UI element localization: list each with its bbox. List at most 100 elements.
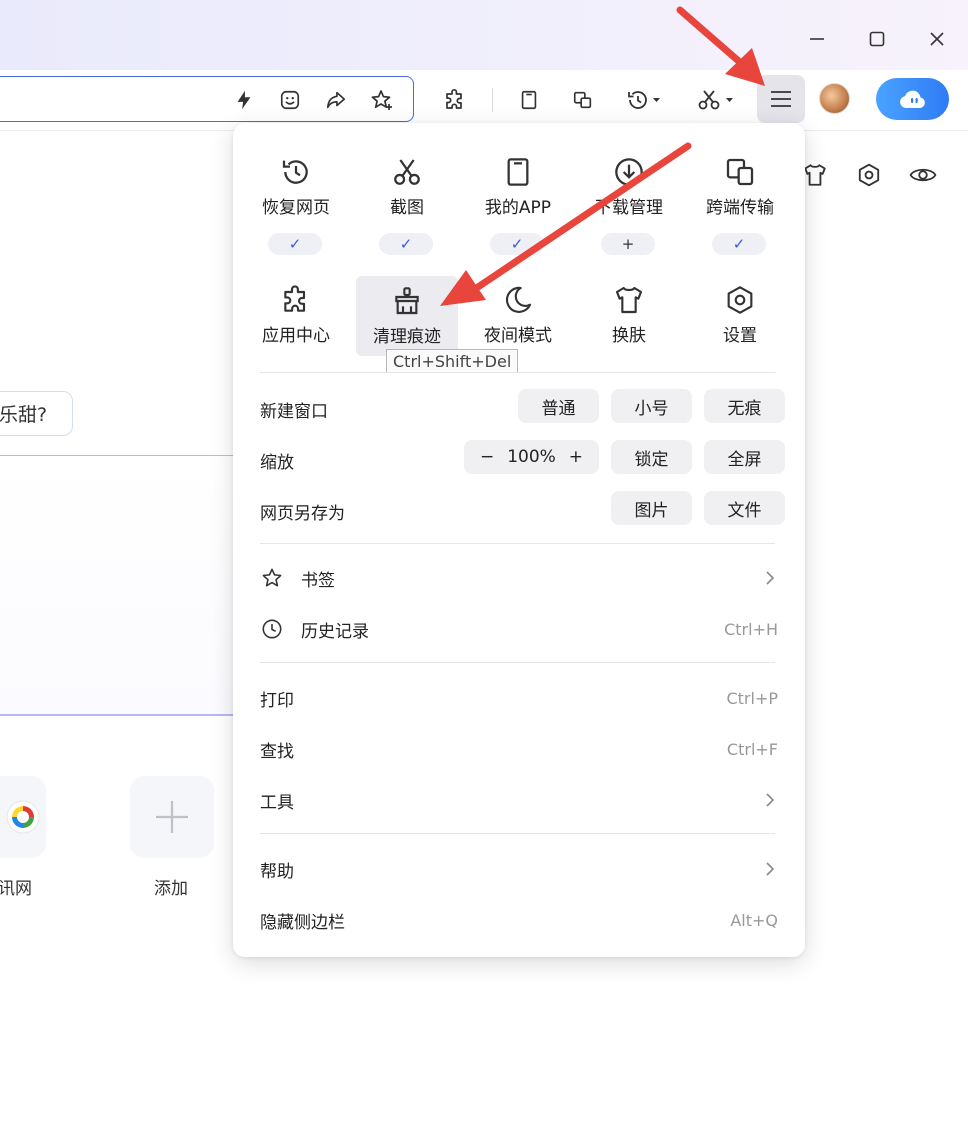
shortcut-tile-news[interactable] bbox=[0, 776, 46, 858]
share-icon[interactable] bbox=[323, 87, 349, 113]
zoom-lock-button[interactable]: 锁定 bbox=[611, 440, 692, 474]
download-icon bbox=[612, 155, 646, 189]
lightning-icon[interactable] bbox=[231, 87, 257, 113]
minimize-icon[interactable] bbox=[800, 22, 834, 56]
news-site-icon bbox=[6, 800, 40, 834]
fullscreen-button[interactable]: 全屏 bbox=[704, 440, 785, 474]
menu-divider bbox=[260, 543, 775, 544]
search-suggestion-pill[interactable]: 乐甜? bbox=[0, 391, 73, 436]
menu-item-hide-sidebar[interactable]: 隐藏侧边栏 Alt+Q bbox=[233, 900, 805, 940]
menu-grid-label: 清理痕迹 bbox=[373, 327, 441, 347]
zoom-control: − 100% + bbox=[464, 440, 599, 474]
eye-icon[interactable] bbox=[906, 158, 940, 192]
user-avatar[interactable] bbox=[819, 83, 850, 114]
menu-grid-night-mode[interactable]: 夜间模式 bbox=[467, 271, 569, 355]
content-panel bbox=[0, 456, 240, 716]
menu-grid-label: 设置 bbox=[723, 326, 757, 346]
pin-toggle-cross-device[interactable]: ✓ bbox=[712, 233, 766, 255]
pin-toggle-my-app[interactable]: ✓ bbox=[490, 233, 544, 255]
scissors-icon bbox=[390, 155, 424, 189]
devices-icon[interactable] bbox=[566, 83, 600, 117]
add-shortcut-label: 添加 bbox=[154, 879, 188, 899]
address-bar[interactable] bbox=[0, 76, 414, 122]
menu-item-history[interactable]: 历史记录 Ctrl+H bbox=[233, 609, 805, 649]
add-bookmark-star-icon[interactable] bbox=[369, 87, 395, 113]
content-divider-bottom bbox=[0, 714, 240, 716]
menu-grid-restore-page[interactable]: 恢复网页 bbox=[245, 143, 347, 227]
menu-item-label: 帮助 bbox=[260, 861, 294, 882]
menu-grid-downloads[interactable]: 下载管理 bbox=[578, 143, 680, 227]
menu-divider bbox=[260, 372, 775, 373]
menu-item-label: 书签 bbox=[301, 570, 335, 591]
plus-icon bbox=[156, 801, 188, 833]
cloud-icon bbox=[899, 90, 925, 108]
tablet-icon[interactable] bbox=[512, 83, 546, 117]
menu-grid-label: 应用中心 bbox=[262, 326, 330, 346]
menu-item-bookmarks[interactable]: 书签 bbox=[233, 558, 805, 598]
menu-grid-label: 夜间模式 bbox=[484, 326, 552, 346]
devices-icon bbox=[723, 155, 757, 189]
menu-grid-label: 我的APP bbox=[484, 198, 552, 218]
menu-grid-label: 截图 bbox=[390, 198, 424, 218]
menu-item-label: 历史记录 bbox=[301, 621, 369, 642]
shortcut-label-news: 讯网 bbox=[0, 879, 32, 899]
menu-grid-label: 恢复网页 bbox=[262, 198, 330, 218]
zoom-out-button[interactable]: − bbox=[480, 447, 494, 467]
menu-item-help[interactable]: 帮助 bbox=[233, 849, 805, 889]
menu-item-label: 隐藏侧边栏 bbox=[260, 912, 345, 933]
settings-icon bbox=[723, 283, 757, 317]
menu-grid-label: 下载管理 bbox=[595, 198, 663, 218]
maximize-icon[interactable] bbox=[860, 22, 894, 56]
browser-toolbar bbox=[0, 70, 968, 131]
menu-grid-settings[interactable]: 设置 bbox=[689, 271, 791, 355]
settings-hexagon-icon[interactable] bbox=[852, 158, 886, 192]
main-menu-button[interactable] bbox=[757, 75, 805, 123]
menu-grid-clear-traces[interactable]: 清理痕迹 bbox=[356, 276, 458, 356]
hamburger-icon bbox=[771, 91, 791, 107]
menu-divider bbox=[260, 833, 775, 834]
save-as-image-button[interactable]: 图片 bbox=[611, 491, 692, 525]
history-dropdown-icon[interactable] bbox=[624, 83, 664, 117]
menu-item-find[interactable]: 查找 Ctrl+F bbox=[233, 729, 805, 769]
pin-toggle-restore-page[interactable]: ✓ bbox=[268, 233, 322, 255]
tablet-icon bbox=[501, 155, 535, 189]
moon-icon bbox=[501, 283, 535, 317]
shortcut-hint: Ctrl+H bbox=[724, 619, 778, 639]
emoji-icon[interactable] bbox=[277, 87, 303, 113]
menu-item-print[interactable]: 打印 Ctrl+P bbox=[233, 678, 805, 718]
add-shortcut-tile[interactable] bbox=[130, 776, 214, 858]
save-as-file-button[interactable]: 文件 bbox=[704, 491, 785, 525]
star-icon bbox=[260, 566, 284, 590]
new-window-normal-button[interactable]: 普通 bbox=[518, 389, 599, 423]
zoom-label: 缩放 bbox=[260, 453, 294, 473]
menu-grid-skin[interactable]: 换肤 bbox=[578, 271, 680, 355]
broom-icon bbox=[390, 284, 424, 318]
new-window-small-button[interactable]: 小号 bbox=[611, 389, 692, 423]
menu-item-tools[interactable]: 工具 bbox=[233, 780, 805, 820]
save-as-label: 网页另存为 bbox=[260, 504, 345, 524]
screenshot-dropdown-icon[interactable] bbox=[694, 83, 738, 117]
new-window-label: 新建窗口 bbox=[260, 402, 328, 422]
menu-grid-my-app[interactable]: 我的APP bbox=[467, 143, 569, 227]
close-icon[interactable] bbox=[920, 22, 954, 56]
main-menu-panel: 恢复网页 截图 我的APP 下载管理 跨端传输 ✓ ✓ ✓ + ✓ 应用中心 清… bbox=[233, 123, 805, 957]
history-icon bbox=[279, 155, 313, 189]
zoom-in-button[interactable]: + bbox=[569, 447, 583, 467]
menu-grid-cross-device[interactable]: 跨端传输 bbox=[689, 143, 791, 227]
tshirt-icon bbox=[612, 283, 646, 317]
shortcut-hint: Alt+Q bbox=[730, 910, 778, 930]
zoom-level-value: 100% bbox=[507, 447, 556, 467]
chevron-right-icon bbox=[762, 861, 778, 877]
pin-toggle-downloads[interactable]: + bbox=[601, 233, 655, 255]
toolbar-divider bbox=[492, 88, 493, 112]
menu-item-label: 查找 bbox=[260, 741, 294, 762]
new-window-incognito-button[interactable]: 无痕 bbox=[704, 389, 785, 423]
menu-divider bbox=[260, 662, 775, 663]
clock-icon bbox=[260, 617, 284, 641]
pin-toggle-screenshot[interactable]: ✓ bbox=[379, 233, 433, 255]
menu-grid-screenshot[interactable]: 截图 bbox=[356, 143, 458, 227]
cloud-sync-button[interactable] bbox=[876, 78, 949, 120]
extensions-puzzle-icon[interactable] bbox=[438, 83, 472, 117]
menu-grid-app-center[interactable]: 应用中心 bbox=[245, 271, 347, 355]
shortcut-tooltip: Ctrl+Shift+Del bbox=[386, 349, 519, 373]
